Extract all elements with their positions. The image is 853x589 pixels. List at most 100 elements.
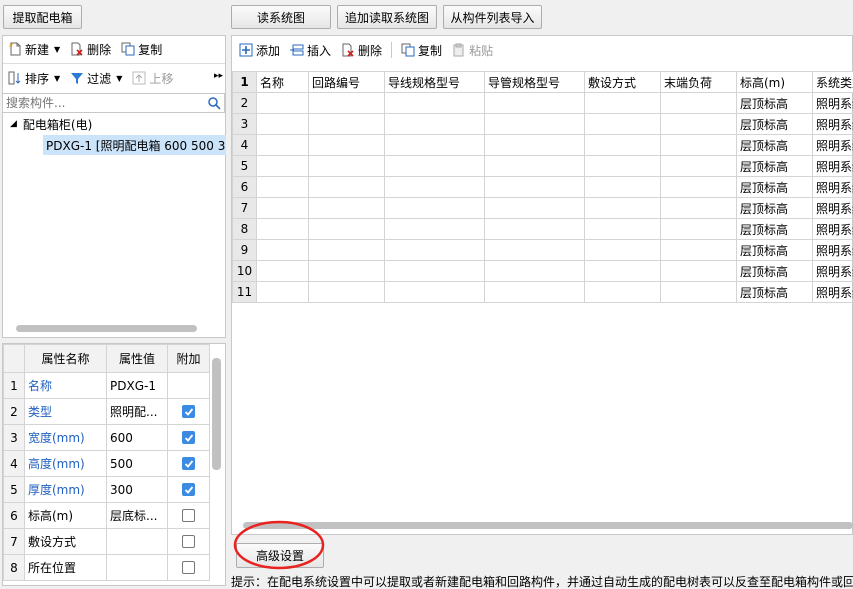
grid-cell[interactable] <box>661 240 737 261</box>
grid-cell[interactable]: 照明系统 <box>813 114 853 135</box>
property-row[interactable]: 3宽度(mm)600 <box>4 425 210 451</box>
grid-cell[interactable] <box>585 114 661 135</box>
grid-cell[interactable]: 照明系统 <box>813 282 853 303</box>
property-row[interactable]: 2类型照明配... <box>4 399 210 425</box>
property-row[interactable]: 4高度(mm)500 <box>4 451 210 477</box>
grid-cell[interactable] <box>257 282 309 303</box>
grid-cell[interactable] <box>585 240 661 261</box>
grid-cell[interactable] <box>385 93 485 114</box>
copy-component-button[interactable]: 复制 <box>117 38 166 60</box>
property-value[interactable]: 600 <box>107 425 168 451</box>
grid-cell[interactable] <box>309 282 385 303</box>
grid-cell[interactable] <box>661 219 737 240</box>
grid-cell[interactable] <box>385 198 485 219</box>
table-row[interactable]: 4层顶标高照明系统 <box>233 135 853 156</box>
extra-checkbox[interactable] <box>182 457 195 470</box>
append-read-diagram-button[interactable]: 追加读取系统图 <box>337 5 437 29</box>
grid-cell[interactable] <box>309 93 385 114</box>
new-button[interactable]: 新建 ▼ <box>4 38 64 60</box>
property-row[interactable]: 6标高(m)层底标... <box>4 503 210 529</box>
extra-checkbox[interactable] <box>182 431 195 444</box>
grid-cell[interactable] <box>309 156 385 177</box>
grid-cell[interactable]: 照明系统 <box>813 261 853 282</box>
search-input[interactable] <box>6 96 207 110</box>
extra-checkbox[interactable] <box>182 561 195 574</box>
grid-cell[interactable] <box>485 198 585 219</box>
chevron-down-icon[interactable]: ▼ <box>54 74 60 83</box>
grid-cell[interactable]: 层顶标高 <box>737 219 813 240</box>
grid-cell[interactable] <box>485 261 585 282</box>
grid-header-cell[interactable]: 导线规格型号 <box>385 72 485 93</box>
grid-cell[interactable] <box>485 282 585 303</box>
grid-cell[interactable]: 照明系统 <box>813 240 853 261</box>
grid-cell[interactable] <box>661 198 737 219</box>
table-row[interactable]: 10层顶标高照明系统 <box>233 261 853 282</box>
grid-cell[interactable] <box>257 156 309 177</box>
grid-horizontal-scrollbar[interactable] <box>243 522 853 529</box>
grid-cell[interactable]: 照明系统 <box>813 93 853 114</box>
grid-cell[interactable] <box>385 240 485 261</box>
grid-cell[interactable] <box>585 156 661 177</box>
grid-cell[interactable] <box>257 177 309 198</box>
property-value[interactable]: 层底标... <box>107 503 168 529</box>
import-from-list-button[interactable]: 从构件列表导入 <box>443 5 542 29</box>
delete-component-button[interactable]: 删除 <box>66 38 115 60</box>
table-row[interactable]: 9层顶标高照明系统 <box>233 240 853 261</box>
property-row[interactable]: 5厚度(mm)300 <box>4 477 210 503</box>
grid-cell[interactable] <box>585 93 661 114</box>
grid-cell[interactable] <box>385 177 485 198</box>
grid-cell[interactable] <box>485 156 585 177</box>
chevron-down-icon[interactable]: ▼ <box>54 45 60 54</box>
grid-cell[interactable]: 照明系统 <box>813 219 853 240</box>
extract-box-button[interactable]: 提取配电箱 <box>3 5 82 29</box>
table-row[interactable]: 7层顶标高照明系统 <box>233 198 853 219</box>
grid-cell[interactable]: 层顶标高 <box>737 177 813 198</box>
table-row[interactable]: 6层顶标高照明系统 <box>233 177 853 198</box>
grid-cell[interactable]: 层顶标高 <box>737 282 813 303</box>
grid-cell[interactable] <box>485 114 585 135</box>
grid-cell[interactable] <box>661 135 737 156</box>
grid-cell[interactable] <box>257 114 309 135</box>
grid-cell[interactable] <box>661 261 737 282</box>
grid-cell[interactable] <box>661 114 737 135</box>
property-row[interactable]: 7敷设方式 <box>4 529 210 555</box>
grid-header-cell[interactable]: 导管规格型号 <box>485 72 585 93</box>
grid-cell[interactable] <box>485 219 585 240</box>
grid-cell[interactable] <box>257 198 309 219</box>
property-value[interactable]: 500 <box>107 451 168 477</box>
grid-cell[interactable] <box>661 93 737 114</box>
grid-cell[interactable] <box>309 261 385 282</box>
table-row[interactable]: 8层顶标高照明系统 <box>233 219 853 240</box>
more-icon[interactable]: ▸▸ <box>214 71 223 81</box>
grid-cell[interactable] <box>585 198 661 219</box>
grid-cell[interactable] <box>309 219 385 240</box>
table-row[interactable]: 5层顶标高照明系统 <box>233 156 853 177</box>
extra-checkbox[interactable] <box>182 483 195 496</box>
grid-cell[interactable] <box>385 219 485 240</box>
extra-checkbox[interactable] <box>182 535 195 548</box>
search-icon[interactable] <box>207 96 221 110</box>
grid-header-cell[interactable]: 敷设方式 <box>585 72 661 93</box>
grid-cell[interactable] <box>485 240 585 261</box>
grid-cell[interactable] <box>309 198 385 219</box>
delete-row-button[interactable]: 删除 <box>337 39 386 61</box>
property-row[interactable]: 8所在位置 <box>4 555 210 581</box>
sort-button[interactable]: 排序 ▼ <box>4 67 64 89</box>
grid-cell[interactable]: 层顶标高 <box>737 135 813 156</box>
grid-cell[interactable] <box>661 282 737 303</box>
grid-cell[interactable] <box>585 219 661 240</box>
property-value[interactable]: 300 <box>107 477 168 503</box>
tree-root-item[interactable]: ◢ 配电箱柜(电) <box>10 114 92 134</box>
copy-row-button[interactable]: 复制 <box>397 39 446 61</box>
read-diagram-button[interactable]: 读系统图 <box>231 5 331 29</box>
grid-header-cell[interactable]: 标高(m) <box>737 72 813 93</box>
grid-cell[interactable] <box>585 261 661 282</box>
grid-cell[interactable] <box>257 93 309 114</box>
grid-cell[interactable] <box>309 177 385 198</box>
grid-header-cell[interactable]: 回路编号 <box>309 72 385 93</box>
grid-cell[interactable] <box>385 282 485 303</box>
grid-cell[interactable]: 层顶标高 <box>737 240 813 261</box>
paste-row-button[interactable]: 粘贴 <box>448 39 497 61</box>
grid-cell[interactable] <box>309 240 385 261</box>
grid-cell[interactable] <box>257 135 309 156</box>
